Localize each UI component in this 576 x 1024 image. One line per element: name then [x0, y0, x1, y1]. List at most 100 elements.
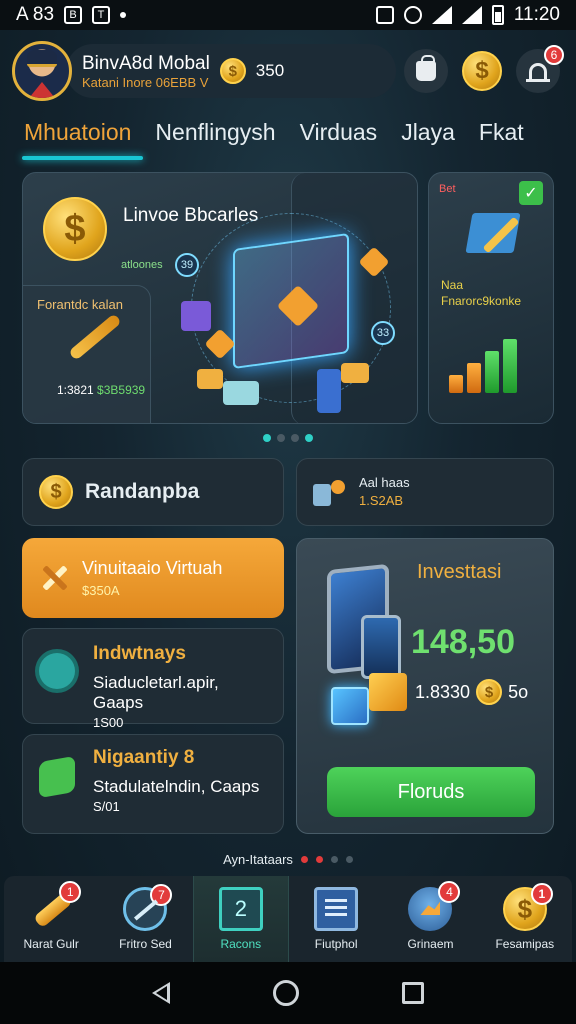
carousel-dot[interactable]	[277, 434, 285, 442]
random-card[interactable]: $ Randanpba	[22, 458, 284, 526]
dot-icon	[120, 12, 127, 18]
indwtnays-card[interactable]: Indwtnays Siaducletarl.apir, Gaaps 1S00	[22, 628, 284, 730]
coin-glyph: $	[517, 893, 533, 924]
funds-button[interactable]: Floruds	[327, 767, 535, 817]
category-tabs: Mhuatoion Nenflingysh Virduas Jlaya Fkat	[0, 112, 576, 166]
higaantly-desc: Stadulatelndin, Caaps	[93, 777, 260, 796]
side-label: Naa Fnarorc9konke	[441, 277, 521, 309]
section-footer: Ayn-Itataars	[0, 852, 576, 867]
stats-line1: Aal haas	[359, 475, 410, 490]
investment-card[interactable]: Investtasi 148,50 1.8330 $ 5o Floruds	[296, 538, 554, 834]
indwtnays-title: Indwtnays	[93, 643, 186, 664]
document-icon: 2	[218, 887, 263, 931]
nav-item-fiutphol[interactable]: Fiutphol	[289, 876, 383, 962]
pager-dot[interactable]	[345, 856, 353, 863]
nav-label: Fritro Sed	[119, 937, 172, 951]
higaantly-card[interactable]: Nigaantiy 8 Stadulatelndin, Caaps S/01	[22, 734, 284, 834]
nav-item-grinaem[interactable]: 4 Grinaem	[383, 876, 477, 962]
purple-block-icon	[181, 301, 211, 331]
nav-item-fesamipas[interactable]: $ 1 Fesamipas	[478, 876, 572, 962]
virtual-card[interactable]: Vinuitaaio Virtuah $350A	[22, 538, 284, 618]
pager-dot[interactable]	[330, 856, 338, 863]
hero-card-side[interactable]: Bet ✓ Naa Fnarorc9konke	[428, 172, 554, 424]
hero-stat-value: $3B5939	[97, 383, 146, 397]
nav-label: Fiutphol	[314, 937, 358, 951]
signal-icon	[461, 6, 482, 24]
notifications-button[interactable]: 6	[516, 45, 564, 93]
side-label-line1: Naa	[441, 278, 464, 292]
hero-subtitle: atloones	[121, 259, 163, 271]
hero-caption: Forantdc kalan	[37, 297, 123, 312]
nav-item-narat-gulr[interactable]: 1 Narat Gulr	[4, 876, 98, 962]
bell-icon	[526, 63, 550, 82]
nav-label: Grinaem	[407, 937, 454, 951]
app-notification-icon: T	[92, 6, 111, 24]
hero-stat-label: 1:3821	[57, 383, 94, 397]
tab-mhuatoion[interactable]: Mhuatoion	[21, 119, 144, 160]
bottom-navigation: 1 Narat Gulr 7 Fritro Sed 2 Racons Fiutp…	[4, 876, 572, 962]
coin-icon: $	[219, 58, 246, 84]
profile-pill[interactable]: BinvA8d Mobal Katani Inore 06EBB V $ 350	[66, 44, 396, 98]
system-navigation-bar	[0, 962, 576, 1024]
header-actions: $ 6	[404, 45, 564, 93]
indwtnays-desc: Siaducletarl.apir, Gaaps	[93, 673, 219, 712]
higaantly-value: S/01	[93, 799, 120, 814]
nav-item-fritro-sed[interactable]: 7 Fritro Sed	[98, 876, 192, 962]
higaantly-title: Nigaantiy 8	[93, 747, 195, 768]
pager-dot[interactable]	[315, 856, 323, 863]
server-block-icon	[317, 369, 341, 413]
tab-virduas[interactable]: Virduas	[300, 119, 378, 160]
home-icon[interactable]	[272, 980, 299, 1006]
notification-icon: B	[64, 6, 83, 24]
carousel-dots	[0, 434, 576, 442]
teal-block-icon	[223, 381, 259, 405]
hero-title: Linvoe Bbcarles	[123, 205, 259, 226]
hero-carousel[interactable]: $ Linvoe Bbcarles atloones 39 33 Forantd…	[22, 172, 554, 424]
checkmark-icon: ✓	[519, 181, 543, 205]
section-footer-label: Ayn-Itataars	[223, 852, 293, 867]
tab-fkat[interactable]: Fkat	[479, 119, 524, 160]
hammer-icon: 1	[29, 881, 82, 931]
tab-jlaya[interactable]: Jlaya	[401, 119, 455, 160]
network-node-icon: 39	[175, 253, 199, 277]
growth-chart-icon	[449, 333, 517, 393]
nav-label: Racons	[220, 937, 262, 951]
phone-icon	[361, 615, 401, 679]
blue-cube-icon	[331, 687, 369, 725]
avatar[interactable]	[12, 41, 72, 101]
nav-label: Fesamipas	[495, 937, 555, 951]
pencil-icon	[38, 563, 68, 593]
network-node-icon: 33	[371, 321, 395, 345]
shop-button[interactable]	[404, 49, 448, 93]
coin-icon: $ 1	[502, 883, 553, 931]
stats-line2: 1.S2AB	[359, 493, 404, 508]
battery-icon	[491, 5, 504, 25]
target-icon: 7	[123, 884, 173, 931]
recent-apps-icon[interactable]	[402, 982, 425, 1004]
carousel-dot[interactable]	[291, 434, 299, 442]
virtual-text: Vinuitaaio Virtuah $350A	[82, 558, 222, 598]
hero-card-main[interactable]: $ Linvoe Bbcarles atloones 39 33 Forantd…	[22, 172, 418, 424]
random-card-title: Randanpba	[85, 480, 200, 503]
vibrate-icon	[375, 6, 394, 24]
stats-lines: Aal haas 1.S2AB	[359, 474, 410, 510]
coin-wallet-button[interactable]: $	[462, 51, 502, 91]
nav-badge: 1	[59, 881, 82, 903]
virtual-value: $350A	[82, 583, 120, 598]
carousel-dot[interactable]	[305, 434, 313, 442]
wifi-icon	[431, 6, 452, 24]
list-icon	[314, 887, 359, 931]
balance-value: 350	[255, 61, 285, 80]
back-icon[interactable]	[151, 982, 170, 1004]
profile-subtitle: Katani Inore 06EBB V	[82, 74, 209, 90]
nav-label: Narat Gulr	[23, 937, 79, 951]
alarm-icon	[403, 6, 422, 24]
target-badge-icon	[39, 653, 75, 689]
tab-nenflingysh[interactable]: Nenflingysh	[155, 119, 275, 160]
nav-item-racons[interactable]: 2 Racons	[192, 876, 289, 962]
nav-badge: 1	[530, 883, 553, 905]
pager-dot[interactable]	[300, 856, 308, 863]
virtual-title: Vinuitaaio Virtuah	[82, 558, 223, 578]
stats-card[interactable]: Aal haas 1.S2AB	[296, 458, 554, 526]
carousel-dot[interactable]	[263, 434, 271, 442]
